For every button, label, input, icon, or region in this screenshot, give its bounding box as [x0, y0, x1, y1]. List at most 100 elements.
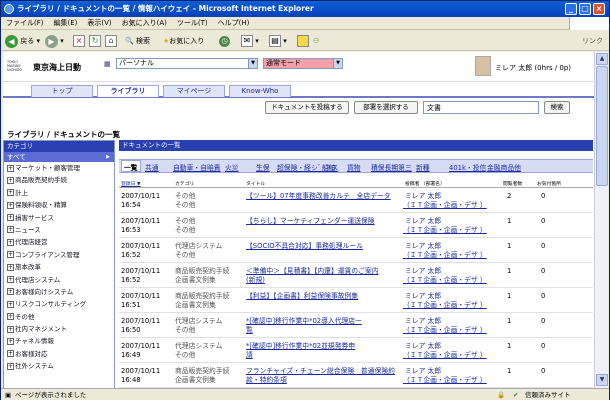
sidebar-item[interactable]: + 計上	[4, 187, 114, 199]
category-tab[interactable]: 一覧	[121, 160, 141, 172]
expand-icon[interactable]: +	[7, 214, 14, 222]
row-title-link-cont[interactable]: (新規)	[246, 276, 265, 285]
search-submit-button[interactable]: 検索	[544, 101, 570, 114]
row-poster-name[interactable]: ミレア 太郎	[405, 342, 441, 351]
tab-mypage[interactable]: マイページ	[163, 85, 225, 97]
menu-file[interactable]: ファイル(F)	[1, 17, 49, 30]
menu-favorites[interactable]: お気に入り(A)	[117, 17, 172, 30]
category-tab[interactable]: 生保	[256, 162, 270, 172]
row-poster-dept[interactable]: （ＩＴ企画・企画・デザ ）	[403, 201, 487, 210]
sidebar-item[interactable]: + 損害サービス	[4, 212, 114, 224]
minimize-button[interactable]: _	[565, 3, 577, 15]
row-title-link-cont[interactable]: 覧	[246, 326, 253, 335]
links-label[interactable]: リンク	[582, 34, 603, 48]
category-tab[interactable]: 積保長期第三	[371, 162, 412, 172]
row-poster-dept[interactable]: （ＩＴ企画・企画・デザ ）	[403, 326, 487, 335]
row-title-link[interactable]: *[確認中]移行作業中*02並規発券申	[246, 342, 355, 351]
row-title-link[interactable]: ＜準備中＞【見積書】【内還】運賃のご案内	[246, 267, 379, 276]
post-document-button[interactable]: ドキュメントを投稿する	[265, 101, 349, 114]
print-button[interactable]: ▤ ▾	[269, 34, 287, 48]
row-poster-dept[interactable]: （ＩＴ企画・企画・デザ ）	[403, 301, 487, 310]
scroll-down-icon[interactable]: ▼	[596, 374, 608, 386]
sidebar-item-all[interactable]: すべて ▶	[4, 152, 114, 162]
messenger-button[interactable]: ⚇	[313, 34, 319, 48]
menu-edit[interactable]: 編集(E)	[49, 17, 83, 30]
scroll-up-icon[interactable]: ▲	[596, 53, 608, 65]
sidebar-item[interactable]: + コンプライアンス管理	[4, 249, 114, 261]
expand-icon[interactable]: +	[7, 337, 14, 345]
row-title-link[interactable]: 【ツール】07年度事務改善カルテ 全店データ	[246, 192, 391, 201]
menu-view[interactable]: 表示(V)	[82, 17, 116, 30]
row-poster-name[interactable]: ミレア 太郎	[405, 217, 441, 226]
row-poster-name[interactable]: ミレア 太郎	[405, 267, 441, 276]
category-tab[interactable]: 401k・投信	[449, 162, 486, 172]
expand-icon[interactable]: +	[7, 176, 14, 184]
forward-button[interactable]: ▶ ▾	[45, 34, 64, 48]
search-button[interactable]: 🔍 検索	[125, 34, 150, 48]
row-poster-dept[interactable]: （ＩＴ企画・企画・デザ ）	[403, 276, 487, 285]
row-title-link-cont[interactable]: 請	[246, 351, 253, 360]
user-name[interactable]: ミレア 太郎 (0hrs / 0p)	[495, 63, 571, 73]
category-tab[interactable]: 船舶	[322, 162, 336, 172]
menu-tools[interactable]: ツール(T)	[172, 17, 213, 30]
refresh-button[interactable]: ↻	[89, 34, 101, 48]
row-title-link-cont[interactable]: 款・特約条項	[246, 376, 287, 385]
expand-icon[interactable]: +	[7, 325, 14, 333]
sidebar-item[interactable]: + 旅本改革	[4, 261, 114, 273]
row-poster-name[interactable]: ミレア 太郎	[405, 292, 441, 301]
select-department-button[interactable]: 部署を選択する	[354, 101, 418, 114]
col-date[interactable]: 登録日 ▼	[121, 180, 141, 187]
row-title-link[interactable]: フランチャイズ・チェーン総合保険 普通保険約	[246, 367, 395, 376]
sidebar-item[interactable]: + その他	[4, 311, 114, 323]
category-tab[interactable]: 自動車・自賠責	[173, 162, 221, 172]
expand-icon[interactable]: +	[7, 189, 14, 197]
category-tab[interactable]: 貨物	[347, 162, 361, 172]
row-poster-dept[interactable]: （ＩＴ企画・企画・デザ ）	[403, 251, 487, 260]
maximize-button[interactable]: □	[579, 3, 591, 15]
expand-icon[interactable]: +	[7, 300, 14, 308]
sidebar-item[interactable]: + 保険料領収・精算	[4, 199, 114, 211]
sidebar-item[interactable]: + 社外システム	[4, 360, 114, 372]
row-poster-name[interactable]: ミレア 太郎	[405, 317, 441, 326]
row-title-link[interactable]: 【ちらし】マーケティフェンダー運送保険	[246, 217, 375, 226]
row-poster-dept[interactable]: （ＩＴ企画・企画・デザ ）	[403, 226, 487, 235]
expand-icon[interactable]: +	[7, 276, 14, 284]
expand-icon[interactable]: +	[7, 238, 14, 246]
close-button[interactable]: ×	[593, 3, 605, 15]
vertical-scrollbar[interactable]: ▲ ▼	[594, 52, 608, 388]
tab-top[interactable]: トップ	[31, 85, 93, 97]
history-button[interactable]: ◷	[219, 34, 230, 48]
stop-button[interactable]: ×	[73, 34, 85, 48]
expand-icon[interactable]: +	[7, 288, 14, 296]
tab-know-who[interactable]: Know-Who	[229, 85, 291, 97]
search-input[interactable]	[423, 101, 539, 114]
row-title-link[interactable]: *[確認中]移行作業中*02導入代理店一	[246, 317, 362, 326]
sidebar-item[interactable]: + マーケット・顧客管理	[4, 162, 114, 174]
sidebar-item[interactable]: + お客様対応	[4, 348, 114, 360]
edit-button[interactable]	[297, 34, 309, 48]
row-poster-name[interactable]: ミレア 太郎	[405, 242, 441, 251]
sidebar-item[interactable]: + お客様向けシステム	[4, 286, 114, 298]
expand-icon[interactable]: +	[7, 251, 14, 259]
row-poster-dept[interactable]: （ＩＴ企画・企画・デザ ）	[403, 376, 487, 385]
menu-help[interactable]: ヘルプ(H)	[213, 17, 255, 30]
tab-library[interactable]: ライブラリ	[97, 85, 159, 97]
row-title-link[interactable]: 【SOCIO不具合対応】事務処理ルール	[246, 242, 363, 251]
back-button[interactable]: ◀ 戻る ▾	[5, 34, 40, 48]
sidebar-item[interactable]: + 社内マネジメント	[4, 323, 114, 335]
mail-button[interactable]: ✉ ▾	[241, 34, 259, 48]
portal-select[interactable]: パーソナル ▼	[116, 58, 258, 69]
sidebar-item[interactable]: + チャネル情報	[4, 335, 114, 347]
category-tab[interactable]: 火災	[225, 162, 239, 172]
category-tab[interactable]: 金融商品他	[487, 162, 521, 172]
expand-icon[interactable]: +	[7, 263, 14, 271]
sidebar-item[interactable]: + リスクコンサルティング	[4, 298, 114, 310]
expand-icon[interactable]: +	[7, 201, 14, 209]
expand-icon[interactable]: +	[7, 362, 14, 370]
row-poster-name[interactable]: ミレア 太郎	[405, 192, 441, 201]
category-tab[interactable]: 共通	[145, 162, 159, 172]
row-poster-name[interactable]: ミレア 太郎	[405, 367, 441, 376]
expand-icon[interactable]: +	[7, 313, 14, 321]
expand-icon[interactable]: +	[7, 226, 14, 234]
category-tab[interactable]: 新種	[416, 162, 430, 172]
